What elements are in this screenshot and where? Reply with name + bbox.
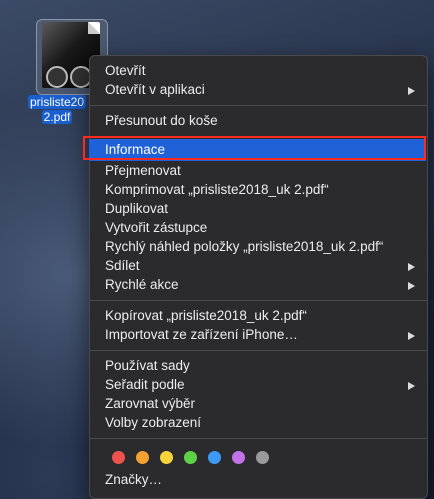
menu-item-quick-look[interactable]: Rychlý náhled položky „prisliste2018_uk … [90, 238, 427, 257]
menu-item-duplicate[interactable]: Duplikovat [90, 200, 427, 219]
menu-item-rename[interactable]: Přejmenovat [90, 162, 427, 181]
tag-blue-icon[interactable] [208, 451, 221, 464]
menu-item-copy[interactable]: Kopírovat „prisliste2018_uk 2.pdf“ [90, 307, 427, 326]
tag-gray-icon[interactable] [256, 451, 269, 464]
submenu-arrow-icon [408, 87, 415, 95]
menu-item-use-stacks[interactable]: Používat sady [90, 357, 427, 376]
menu-item-compress[interactable]: Komprimovat „prisliste2018_uk 2.pdf“ [90, 181, 427, 200]
menu-item-open[interactable]: Otevřít [90, 62, 427, 81]
separator [90, 105, 427, 106]
menu-item-get-info[interactable]: Informace [83, 136, 426, 161]
menu-item-move-to-trash[interactable]: Přesunout do koše [90, 112, 427, 131]
menu-item-clean-up-selection[interactable]: Zarovnat výběr [90, 395, 427, 414]
menu-item-view-options[interactable]: Volby zobrazení [90, 414, 427, 433]
tag-purple-icon[interactable] [232, 451, 245, 464]
tag-red-icon[interactable] [112, 451, 125, 464]
tag-orange-icon[interactable] [136, 451, 149, 464]
file-name-label: prisliste20 2.pdf [19, 95, 95, 125]
menu-item-quick-actions[interactable]: Rychlé akce [90, 276, 427, 295]
menu-item-share[interactable]: Sdílet [90, 257, 427, 276]
menu-item-tags[interactable]: Značky… [90, 471, 427, 490]
menu-item-import-from-iphone[interactable]: Importovat ze zařízení iPhone… [90, 326, 427, 345]
separator [90, 350, 427, 351]
menu-item-open-with[interactable]: Otevřít v aplikaci [90, 81, 427, 100]
tag-yellow-icon[interactable] [160, 451, 173, 464]
tag-green-icon[interactable] [184, 451, 197, 464]
submenu-arrow-icon [408, 263, 415, 271]
separator [90, 300, 427, 301]
file-name-line2: 2.pdf [41, 110, 73, 124]
submenu-arrow-icon [408, 282, 415, 290]
separator [90, 438, 427, 439]
menu-item-sort-by[interactable]: Seřadit podle [90, 376, 427, 395]
submenu-arrow-icon [408, 332, 415, 340]
menu-item-make-alias[interactable]: Vytvořit zástupce [90, 219, 427, 238]
submenu-arrow-icon [408, 382, 415, 390]
file-name-line1: prisliste20 [27, 95, 87, 109]
context-menu: Otevřít Otevřít v aplikaci Přesunout do … [83, 55, 428, 499]
